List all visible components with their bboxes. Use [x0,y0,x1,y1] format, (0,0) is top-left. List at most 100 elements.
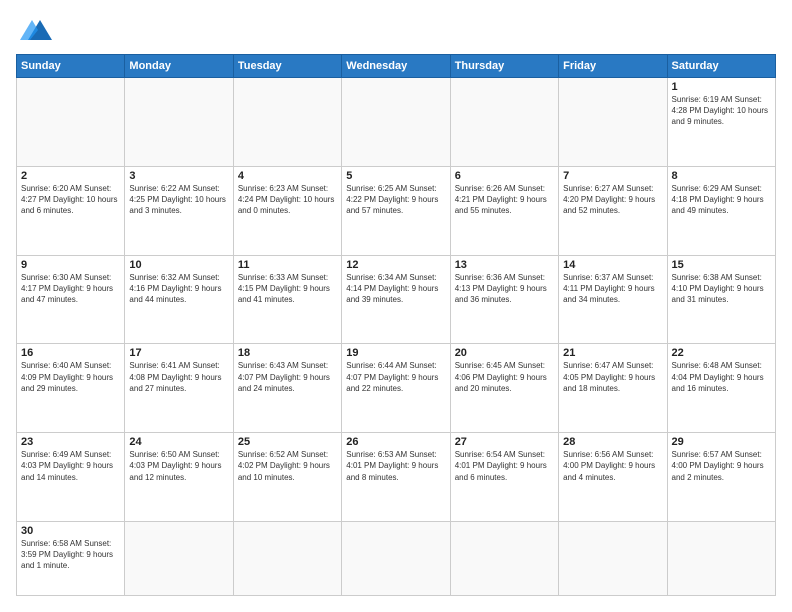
day-number: 22 [672,347,771,359]
day-number: 21 [563,347,662,359]
day-number: 10 [129,259,228,271]
calendar-cell: 18Sunrise: 6:43 AM Sunset: 4:07 PM Dayli… [233,344,341,433]
day-number: 3 [129,170,228,182]
day-number: 29 [672,436,771,448]
calendar-cell [342,78,450,167]
calendar-cell: 11Sunrise: 6:33 AM Sunset: 4:15 PM Dayli… [233,255,341,344]
calendar-cell: 16Sunrise: 6:40 AM Sunset: 4:09 PM Dayli… [17,344,125,433]
day-header-tuesday: Tuesday [233,55,341,78]
day-number: 8 [672,170,771,182]
calendar-cell: 30Sunrise: 6:58 AM Sunset: 3:59 PM Dayli… [17,521,125,595]
day-info: Sunrise: 6:58 AM Sunset: 3:59 PM Dayligh… [21,538,120,572]
week-row-5: 23Sunrise: 6:49 AM Sunset: 4:03 PM Dayli… [17,433,776,522]
calendar-cell: 26Sunrise: 6:53 AM Sunset: 4:01 PM Dayli… [342,433,450,522]
day-number: 24 [129,436,228,448]
day-info: Sunrise: 6:36 AM Sunset: 4:13 PM Dayligh… [455,272,554,306]
day-info: Sunrise: 6:26 AM Sunset: 4:21 PM Dayligh… [455,183,554,217]
day-number: 4 [238,170,337,182]
calendar-cell: 1Sunrise: 6:19 AM Sunset: 4:28 PM Daylig… [667,78,775,167]
calendar-cell [667,521,775,595]
calendar-cell: 3Sunrise: 6:22 AM Sunset: 4:25 PM Daylig… [125,166,233,255]
calendar-cell [559,521,667,595]
day-info: Sunrise: 6:49 AM Sunset: 4:03 PM Dayligh… [21,449,120,483]
day-info: Sunrise: 6:57 AM Sunset: 4:00 PM Dayligh… [672,449,771,483]
header-row: SundayMondayTuesdayWednesdayThursdayFrid… [17,55,776,78]
calendar-cell: 28Sunrise: 6:56 AM Sunset: 4:00 PM Dayli… [559,433,667,522]
week-row-6: 30Sunrise: 6:58 AM Sunset: 3:59 PM Dayli… [17,521,776,595]
day-info: Sunrise: 6:40 AM Sunset: 4:09 PM Dayligh… [21,360,120,394]
calendar-cell: 19Sunrise: 6:44 AM Sunset: 4:07 PM Dayli… [342,344,450,433]
day-number: 18 [238,347,337,359]
calendar-cell [450,78,558,167]
day-header-monday: Monday [125,55,233,78]
calendar-cell: 8Sunrise: 6:29 AM Sunset: 4:18 PM Daylig… [667,166,775,255]
calendar-cell [342,521,450,595]
day-info: Sunrise: 6:54 AM Sunset: 4:01 PM Dayligh… [455,449,554,483]
day-number: 15 [672,259,771,271]
day-number: 23 [21,436,120,448]
day-info: Sunrise: 6:47 AM Sunset: 4:05 PM Dayligh… [563,360,662,394]
week-row-4: 16Sunrise: 6:40 AM Sunset: 4:09 PM Dayli… [17,344,776,433]
day-number: 16 [21,347,120,359]
calendar-cell [233,521,341,595]
day-header-thursday: Thursday [450,55,558,78]
day-number: 13 [455,259,554,271]
day-header-wednesday: Wednesday [342,55,450,78]
calendar-cell: 20Sunrise: 6:45 AM Sunset: 4:06 PM Dayli… [450,344,558,433]
calendar-cell: 15Sunrise: 6:38 AM Sunset: 4:10 PM Dayli… [667,255,775,344]
calendar-cell [450,521,558,595]
calendar-cell: 24Sunrise: 6:50 AM Sunset: 4:03 PM Dayli… [125,433,233,522]
day-info: Sunrise: 6:50 AM Sunset: 4:03 PM Dayligh… [129,449,228,483]
day-info: Sunrise: 6:33 AM Sunset: 4:15 PM Dayligh… [238,272,337,306]
day-info: Sunrise: 6:34 AM Sunset: 4:14 PM Dayligh… [346,272,445,306]
calendar-cell: 23Sunrise: 6:49 AM Sunset: 4:03 PM Dayli… [17,433,125,522]
day-number: 12 [346,259,445,271]
calendar-cell: 14Sunrise: 6:37 AM Sunset: 4:11 PM Dayli… [559,255,667,344]
logo-icon [20,16,52,44]
calendar-cell [17,78,125,167]
day-info: Sunrise: 6:25 AM Sunset: 4:22 PM Dayligh… [346,183,445,217]
day-number: 9 [21,259,120,271]
day-number: 19 [346,347,445,359]
day-info: Sunrise: 6:19 AM Sunset: 4:28 PM Dayligh… [672,94,771,128]
day-info: Sunrise: 6:41 AM Sunset: 4:08 PM Dayligh… [129,360,228,394]
header [16,16,776,44]
day-number: 30 [21,525,120,537]
calendar-cell [125,521,233,595]
calendar-cell: 4Sunrise: 6:23 AM Sunset: 4:24 PM Daylig… [233,166,341,255]
calendar-cell [233,78,341,167]
day-number: 6 [455,170,554,182]
day-info: Sunrise: 6:30 AM Sunset: 4:17 PM Dayligh… [21,272,120,306]
day-number: 7 [563,170,662,182]
week-row-1: 1Sunrise: 6:19 AM Sunset: 4:28 PM Daylig… [17,78,776,167]
calendar-cell: 2Sunrise: 6:20 AM Sunset: 4:27 PM Daylig… [17,166,125,255]
calendar-cell: 22Sunrise: 6:48 AM Sunset: 4:04 PM Dayli… [667,344,775,433]
day-info: Sunrise: 6:29 AM Sunset: 4:18 PM Dayligh… [672,183,771,217]
calendar-cell: 21Sunrise: 6:47 AM Sunset: 4:05 PM Dayli… [559,344,667,433]
day-info: Sunrise: 6:53 AM Sunset: 4:01 PM Dayligh… [346,449,445,483]
calendar-cell: 12Sunrise: 6:34 AM Sunset: 4:14 PM Dayli… [342,255,450,344]
calendar-cell: 6Sunrise: 6:26 AM Sunset: 4:21 PM Daylig… [450,166,558,255]
day-info: Sunrise: 6:20 AM Sunset: 4:27 PM Dayligh… [21,183,120,217]
day-info: Sunrise: 6:48 AM Sunset: 4:04 PM Dayligh… [672,360,771,394]
calendar-page: SundayMondayTuesdayWednesdayThursdayFrid… [0,0,792,612]
day-number: 27 [455,436,554,448]
week-row-2: 2Sunrise: 6:20 AM Sunset: 4:27 PM Daylig… [17,166,776,255]
calendar-cell [559,78,667,167]
calendar-cell: 9Sunrise: 6:30 AM Sunset: 4:17 PM Daylig… [17,255,125,344]
day-number: 11 [238,259,337,271]
day-number: 25 [238,436,337,448]
day-info: Sunrise: 6:32 AM Sunset: 4:16 PM Dayligh… [129,272,228,306]
calendar-cell: 17Sunrise: 6:41 AM Sunset: 4:08 PM Dayli… [125,344,233,433]
calendar-cell: 10Sunrise: 6:32 AM Sunset: 4:16 PM Dayli… [125,255,233,344]
day-number: 26 [346,436,445,448]
day-number: 20 [455,347,554,359]
day-info: Sunrise: 6:27 AM Sunset: 4:20 PM Dayligh… [563,183,662,217]
day-number: 1 [672,81,771,93]
day-info: Sunrise: 6:38 AM Sunset: 4:10 PM Dayligh… [672,272,771,306]
calendar-cell: 7Sunrise: 6:27 AM Sunset: 4:20 PM Daylig… [559,166,667,255]
calendar-cell: 25Sunrise: 6:52 AM Sunset: 4:02 PM Dayli… [233,433,341,522]
day-info: Sunrise: 6:22 AM Sunset: 4:25 PM Dayligh… [129,183,228,217]
day-number: 17 [129,347,228,359]
day-number: 14 [563,259,662,271]
